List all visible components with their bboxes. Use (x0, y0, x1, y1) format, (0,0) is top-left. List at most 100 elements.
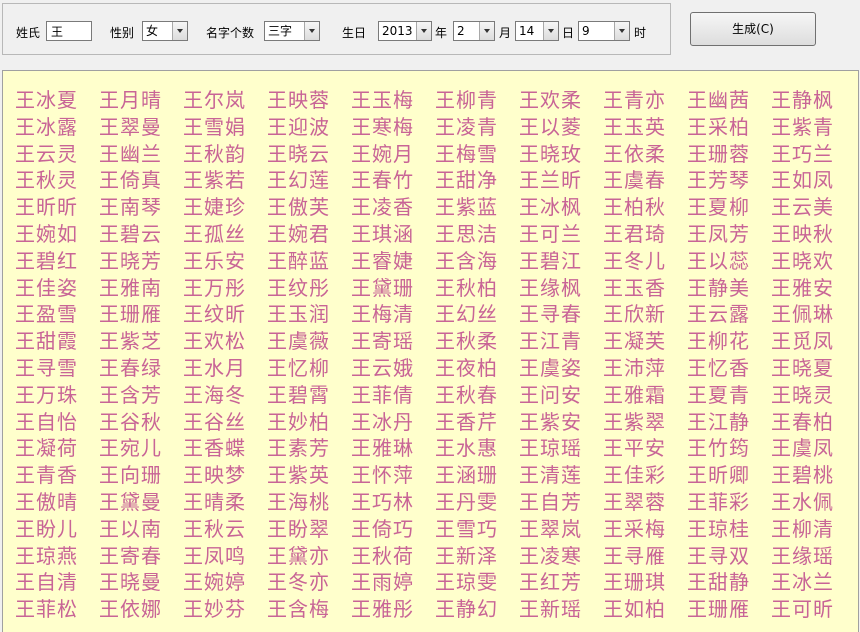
name-cell: 王素芳 (267, 436, 330, 461)
day-select-value: 14 (519, 24, 535, 38)
name-cell: 王甜净 (435, 168, 498, 193)
name-cell: 王寻春 (519, 302, 582, 327)
name-cell: 王紫芝 (99, 329, 162, 354)
name-cell: 王寻雁 (603, 543, 666, 568)
surname-input[interactable] (46, 21, 92, 41)
name-cell: 王柳青 (435, 88, 498, 112)
name-cell: 王翠曼 (99, 114, 162, 139)
name-cell: 王香蝶 (183, 436, 246, 461)
gender-select[interactable]: 女 (142, 21, 188, 41)
year-unit-label: 年 (435, 26, 448, 40)
name-cell: 王静美 (687, 275, 750, 300)
name-cell: 王思洁 (435, 221, 498, 246)
name-cell: 王昕卿 (687, 463, 750, 488)
name-cell: 王佳彩 (603, 463, 666, 488)
generate-button[interactable]: 生成(C) (690, 12, 816, 46)
name-cell: 王幻丝 (435, 302, 498, 327)
name-cell: 王云露 (687, 302, 750, 327)
name-cell: 王以南 (99, 516, 162, 541)
name-cell: 王倚真 (99, 168, 162, 193)
name-cell: 王云娥 (351, 355, 414, 380)
names-grid: 王冰夏 王月晴 王尔岚 王映蓉 王玉梅 王柳青 王欢柔 王青亦 王幽茜 王静枫 王冰露 王翠曼 王雪娟王… (15, 87, 855, 623)
name-cell: 王雪巧 (435, 516, 498, 541)
name-cell: 王欢柔 (519, 88, 582, 112)
name-cell: 王黛珊 (351, 275, 414, 300)
day-unit-label: 日 (562, 26, 575, 40)
name-cell: 王怀萍 (351, 463, 414, 488)
name-cell: 王欣新 (603, 302, 666, 327)
name-cell: 王巧林 (351, 489, 414, 514)
name-cell: 王问安 (519, 382, 582, 407)
birthday-label: 生日 (342, 26, 367, 40)
name-cell: 王清莲 (519, 463, 582, 488)
name-cell: 王妙芬 (183, 597, 246, 622)
chevron-down-icon[interactable] (614, 22, 629, 40)
year-select[interactable]: 2013 (378, 21, 432, 41)
month-unit-label: 月 (499, 26, 512, 40)
name-cell: 王秋荷 (351, 543, 414, 568)
year-select-value: 2013 (382, 24, 413, 38)
chevron-down-icon[interactable] (172, 22, 187, 40)
name-cell: 王冰兰 (771, 570, 834, 595)
month-select-value: 2 (457, 24, 465, 38)
name-cell: 王雅彤 (351, 597, 414, 622)
day-select[interactable]: 14 (515, 21, 559, 41)
name-cell: 王可兰 (519, 221, 582, 246)
name-cell: 王向珊 (99, 463, 162, 488)
name-cell: 王孤丝 (183, 221, 246, 246)
hour-select[interactable]: 9 (578, 21, 630, 41)
name-length-select-value: 三字 (268, 24, 293, 38)
chevron-down-icon[interactable] (543, 22, 558, 40)
name-cell: 王倚巧 (351, 516, 414, 541)
options-toolbar: 姓氏 性别 女 名字个数 三字 生日 2013 年 2 月 14 日 9 (2, 3, 671, 55)
name-cell: 王凝芙 (603, 329, 666, 354)
name-cell: 王青亦 (603, 88, 666, 112)
name-cell: 王可昕 (771, 597, 834, 622)
name-cell: 王盈雪 (15, 302, 78, 327)
name-cell: 王秋云 (183, 516, 246, 541)
name-cell: 王珊雁 (687, 597, 750, 622)
name-cell: 王盼翠 (267, 516, 330, 541)
name-cell: 王宛儿 (99, 436, 162, 461)
name-cell: 王碧云 (99, 221, 162, 246)
name-cell: 王虞薇 (267, 329, 330, 354)
name-cell: 王冰枫 (519, 195, 582, 220)
name-cell: 王琼桂 (687, 516, 750, 541)
name-cell: 王翠蓉 (603, 489, 666, 514)
month-select[interactable]: 2 (453, 21, 495, 41)
name-cell: 王以菱 (519, 114, 582, 139)
name-cell: 王水惠 (435, 436, 498, 461)
name-cell: 王依柔 (603, 141, 666, 166)
chevron-down-icon[interactable] (304, 22, 319, 40)
name-cell: 王晓芳 (99, 248, 162, 273)
name-cell: 王芳琴 (687, 168, 750, 193)
name-cell: 王婉君 (267, 221, 330, 246)
name-cell: 王虞春 (603, 168, 666, 193)
name-cell: 王云灵 (15, 141, 78, 166)
name-cell: 王菲松 (15, 597, 78, 622)
chevron-down-icon[interactable] (416, 22, 431, 40)
name-cell: 王秋柏 (435, 275, 498, 300)
name-cell: 王映秋 (771, 221, 834, 246)
name-cell: 王珊琪 (603, 570, 666, 595)
name-cell: 王万彤 (183, 275, 246, 300)
name-cell: 王柏秋 (603, 195, 666, 220)
name-length-select[interactable]: 三字 (264, 21, 320, 41)
name-cell: 王晓欢 (771, 248, 834, 273)
name-cell: 王纹彤 (267, 275, 330, 300)
name-cell: 王玉润 (267, 302, 330, 327)
name-cell: 王凝荷 (15, 436, 78, 461)
name-cell: 王婉月 (351, 141, 414, 166)
name-cell: 王水佩 (771, 489, 834, 514)
chevron-down-icon[interactable] (479, 22, 494, 40)
name-cell: 王自怡 (15, 409, 78, 434)
name-cell: 王琼燕 (15, 543, 78, 568)
name-cell: 王君琦 (603, 221, 666, 246)
name-cell: 王虞凤 (771, 436, 834, 461)
name-cell: 王新泽 (435, 543, 498, 568)
gender-label: 性别 (110, 26, 135, 40)
name-cell: 王冰露 (15, 114, 78, 139)
names-panel: 王冰夏 王月晴 王尔岚 王映蓉 王玉梅 王柳青 王欢柔 王青亦 王幽茜 王静枫 王冰露 王翠曼 王雪娟王… (2, 70, 859, 632)
name-cell: 王江青 (519, 329, 582, 354)
name-cell: 王自清 (15, 570, 78, 595)
